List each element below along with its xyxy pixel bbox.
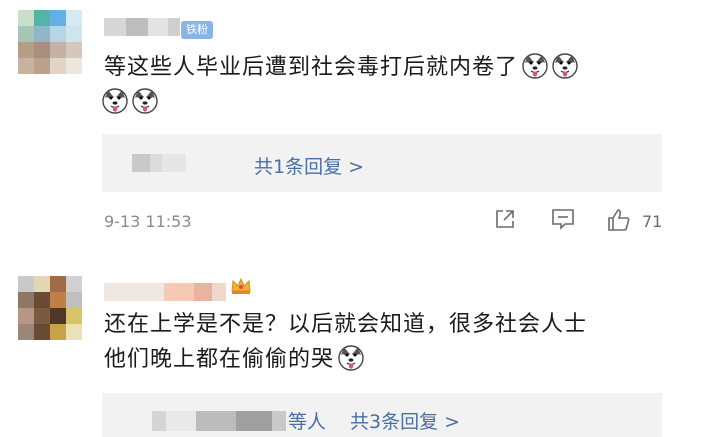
- doge-emoji: [552, 53, 578, 79]
- fan-badge: 铁粉: [181, 21, 213, 39]
- comment-emoji-line: [102, 86, 158, 120]
- reply-summary-box[interactable]: 共1条回复 >: [102, 134, 662, 192]
- username[interactable]: [104, 18, 180, 36]
- timestamp: 9-13 11:53: [104, 212, 192, 231]
- share-icon[interactable]: [493, 207, 517, 231]
- crown-icon: [231, 277, 251, 294]
- doge-emoji: [522, 53, 548, 79]
- comment-text: 等这些人毕业后遭到社会毒打后就内卷了: [104, 51, 578, 85]
- comment-text-line2: 他们晚上都在偷偷的哭: [104, 343, 364, 377]
- comment-icon[interactable]: [550, 207, 576, 231]
- avatar[interactable]: [18, 276, 82, 340]
- thumbs-up-icon[interactable]: [606, 207, 632, 233]
- reply-users-suffix: 等人: [288, 411, 327, 433]
- comment-text: 还在上学是不是？以后就会知道，很多社会人士: [104, 312, 588, 337]
- doge-emoji: [102, 88, 128, 114]
- view-replies-link[interactable]: 共3条回复 >: [350, 407, 460, 434]
- reply-user-avatars: [132, 154, 186, 172]
- avatar[interactable]: [18, 10, 82, 74]
- reply-user-avatars: [152, 411, 286, 431]
- view-replies-link[interactable]: 共1条回复 >: [254, 152, 364, 179]
- like-count: 71: [642, 212, 663, 231]
- username[interactable]: [104, 283, 226, 301]
- reply-summary-box[interactable]: 等人 共3条回复 >: [102, 393, 662, 437]
- doge-emoji: [338, 345, 364, 371]
- doge-emoji: [132, 88, 158, 114]
